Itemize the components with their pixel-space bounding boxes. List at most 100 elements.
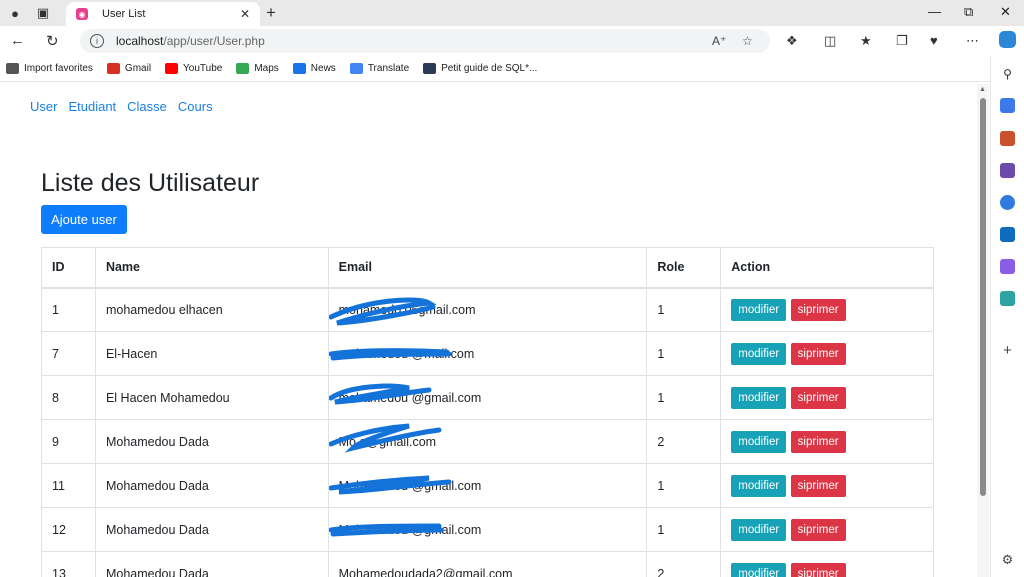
delete-button[interactable]: siprimer — [790, 518, 846, 541]
browser-essentials-icon[interactable]: ♥ — [930, 33, 938, 48]
collections-icon[interactable]: ❐ — [896, 33, 908, 49]
delete-button[interactable]: siprimer — [790, 342, 846, 365]
cell-name: Mohamedou Dada — [94, 419, 329, 464]
nav-link-classe[interactable]: Classe — [127, 99, 167, 114]
header-email: Email — [327, 247, 648, 289]
bookmark-item[interactable]: Maps — [236, 63, 279, 74]
bookmark-item[interactable]: YouTube — [165, 63, 222, 74]
bookmark-label: Import favorites — [24, 63, 93, 74]
nav-link-etudiant[interactable]: Etudiant — [68, 99, 116, 114]
modify-button[interactable]: modifier — [731, 474, 787, 497]
email-text: Mohamedou @gmail.com — [338, 478, 482, 493]
cell-role: 2 — [646, 551, 722, 577]
top-navigation: User Etudiant Classe Cours — [30, 99, 224, 114]
read-aloud-icon[interactable]: A⁺ — [712, 34, 726, 48]
designer-icon[interactable] — [1000, 259, 1015, 274]
games-icon[interactable] — [1000, 163, 1015, 178]
delete-button[interactable]: siprimer — [790, 474, 846, 497]
cell-role: 1 — [646, 463, 722, 508]
modify-button[interactable]: modifier — [731, 386, 787, 409]
more-menu-icon[interactable]: ⋯ — [966, 33, 979, 49]
cell-email: Mohamedou @gmail.com — [327, 507, 648, 552]
table-row: 12 Mohamedou Dada Mohamedou @gmail.com 1 mod… — [41, 507, 934, 552]
microsoft-365-icon[interactable] — [1000, 195, 1015, 210]
favorite-star-icon[interactable]: ☆ — [742, 34, 753, 48]
cell-name: Mohamedou Dada — [94, 551, 329, 577]
cell-role: 1 — [646, 507, 722, 552]
users-table: ID Name Email Role Action 1 mohamedou elh… — [41, 247, 934, 577]
reload-icon[interactable]: ↻ — [46, 32, 59, 50]
profile-icon[interactable]: ● — [6, 4, 24, 22]
new-tab-icon[interactable]: + — [266, 3, 276, 23]
youtube-icon — [165, 63, 179, 74]
shopping-icon[interactable] — [1000, 98, 1015, 113]
bookmark-item[interactable]: Gmail — [106, 63, 151, 74]
gmail-icon — [106, 63, 120, 74]
modify-button[interactable]: modifier — [731, 298, 787, 321]
modify-button[interactable]: modifier — [731, 430, 787, 453]
search-icon[interactable]: ⚲ — [1000, 66, 1015, 81]
restore-icon[interactable]: ⧉ — [964, 4, 973, 20]
cell-id: 9 — [41, 419, 96, 464]
bookmark-label: YouTube — [183, 63, 223, 74]
header-name: Name — [94, 247, 329, 289]
close-window-icon[interactable]: ✕ — [1000, 4, 1011, 20]
modify-button[interactable]: modifier — [731, 342, 787, 365]
delete-button[interactable]: siprimer — [790, 386, 846, 409]
minimize-icon[interactable]: — — [928, 4, 941, 19]
url-text: localhost/app/user/User.php — [116, 34, 265, 48]
add-sidebar-icon[interactable]: + — [1000, 342, 1015, 359]
tab-favicon-icon: ◉ — [76, 8, 88, 20]
cell-id: 8 — [41, 375, 96, 420]
delete-button[interactable]: siprimer — [790, 298, 846, 321]
address-bar[interactable]: i localhost/app/user/User.php A⁺ ☆ — [80, 29, 770, 53]
bookmark-item[interactable]: Petit guide de SQL*... — [423, 63, 537, 74]
bookmark-item[interactable]: News — [292, 63, 336, 74]
delete-button[interactable]: siprimer — [790, 430, 846, 453]
delete-button[interactable]: siprimer — [790, 562, 846, 577]
table-row: 13 Mohamedou Dada Mohamedoudada2@gmail.com… — [41, 551, 934, 577]
add-user-button[interactable]: Ajoute user — [41, 205, 127, 234]
cell-action: modifier siprimer — [720, 375, 934, 420]
browser-toolbar: ← ↻ i localhost/app/user/User.php A⁺ ☆ ❖… — [0, 26, 1024, 56]
scroll-thumb[interactable] — [980, 98, 986, 496]
cell-email: Mohamedou @gmail.com — [327, 463, 648, 508]
scroll-up-icon[interactable]: ▲ — [979, 86, 986, 93]
table-row: 11 Mohamedou Dada Mohamedou @gmail.com 1 mod… — [41, 463, 934, 508]
tab-close-icon[interactable]: ✕ — [238, 7, 252, 21]
cell-id: 7 — [41, 331, 96, 376]
tab-user-list[interactable]: ◉ User List ✕ — [66, 2, 260, 26]
cell-id: 11 — [41, 463, 96, 508]
nav-link-cours[interactable]: Cours — [178, 99, 213, 114]
send-icon[interactable] — [1000, 291, 1015, 306]
tab-actions-icon[interactable]: ▣ — [34, 4, 52, 22]
email-text: Mohamedou @gmail.com — [338, 522, 482, 537]
bookmark-item[interactable]: Import favorites — [6, 63, 93, 74]
cell-action: modifier siprimer — [720, 331, 934, 376]
cell-role: 2 — [646, 419, 722, 464]
copilot-icon[interactable] — [999, 31, 1016, 48]
table-row: 1 mohamedou elhacen mohamedo 06gmail.com 1 m… — [41, 287, 934, 332]
page-scrollbar[interactable]: ▲ — [977, 84, 989, 577]
header-action: Action — [720, 247, 934, 289]
split-screen-icon[interactable]: ◫ — [824, 33, 836, 49]
site-info-icon[interactable]: i — [90, 34, 104, 48]
extensions-icon[interactable]: ❖ — [786, 33, 798, 49]
tab-title: User List — [102, 8, 146, 20]
settings-gear-icon[interactable]: ⚙ — [1000, 552, 1015, 567]
table-header-row: ID Name Email Role Action — [41, 247, 934, 289]
nav-link-user[interactable]: User — [30, 99, 57, 114]
back-icon[interactable]: ← — [10, 32, 25, 49]
cell-action: modifier siprimer — [720, 419, 934, 464]
outlook-icon[interactable] — [1000, 227, 1015, 242]
favorites-icon[interactable]: ★ — [860, 33, 872, 49]
cell-role: 1 — [646, 375, 722, 420]
modify-button[interactable]: modifier — [731, 562, 787, 577]
cell-email: mohamedou @gmail.com — [327, 375, 648, 420]
tools-icon[interactable] — [1000, 131, 1015, 146]
cell-id: 12 — [41, 507, 96, 552]
modify-button[interactable]: modifier — [731, 518, 787, 541]
cell-action: modifier siprimer — [720, 463, 934, 508]
bookmark-item[interactable]: Translate — [349, 63, 409, 74]
cell-action: modifier siprimer — [720, 551, 934, 577]
